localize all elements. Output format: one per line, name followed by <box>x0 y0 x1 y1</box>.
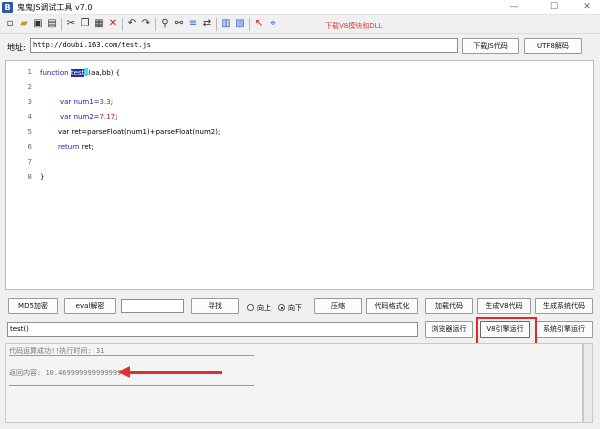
result-label: 返回内容: <box>9 369 42 377</box>
browser-run-button[interactable]: 浏览器运行 <box>425 321 473 338</box>
minimize-button[interactable]: — <box>501 0 527 15</box>
result-value: 10.469999999999999 <box>45 369 122 377</box>
delete-icon[interactable]: ✕ <box>107 18 119 30</box>
eval-decrypt-button[interactable]: eval解密 <box>64 298 116 314</box>
download-js-button[interactable]: 下载JS代码 <box>462 38 519 54</box>
pin-icon[interactable]: ⌖ <box>267 18 279 30</box>
keyword-function: function <box>40 69 69 77</box>
output-scrollbar[interactable] <box>583 343 593 423</box>
annotation-arrow <box>128 371 222 374</box>
code-line-4: var num2=7.17; <box>60 113 118 121</box>
find-next-icon[interactable]: ⚯ <box>173 18 185 30</box>
toolbar-separator <box>61 18 62 31</box>
line-number: 2 <box>27 83 32 91</box>
code-line-5: var ret=parseFloat(num1)+parseFloat(num2… <box>58 128 221 136</box>
address-input[interactable]: http://doubi.163.com/test.js <box>30 38 458 53</box>
find-icon[interactable]: ⚲ <box>159 18 171 30</box>
compress-button[interactable]: 压缩 <box>314 298 362 314</box>
replace-icon[interactable]: ⇄ <box>201 18 213 30</box>
line-number: 7 <box>27 158 32 166</box>
save-icon[interactable]: ▣ <box>32 18 44 30</box>
toolbar-separator <box>249 18 250 31</box>
undo-icon[interactable]: ↶ <box>126 18 138 30</box>
system-run-button[interactable]: 系统引擎运行 <box>535 321 593 338</box>
semicolon: ; <box>115 113 118 121</box>
new-file-icon[interactable]: ▫ <box>4 18 16 30</box>
result-line: 返回内容: 10.469999999999999 <box>9 368 121 378</box>
address-label: 地址: <box>7 43 26 52</box>
var-declaration: var num1= <box>60 98 100 106</box>
save-as-icon[interactable]: ▤ <box>46 18 58 30</box>
semicolon: ; <box>110 98 114 106</box>
keyword-return: return <box>58 143 80 151</box>
load-code-button[interactable]: 加载代码 <box>425 298 473 314</box>
radio-down[interactable] <box>278 304 285 311</box>
radio-down-label: 向下 <box>288 304 302 312</box>
format-icon[interactable]: ≡ <box>187 18 199 30</box>
number-literal: 7.17 <box>99 113 116 121</box>
cut-icon[interactable]: ✂ <box>65 18 77 30</box>
toolbar-separator <box>122 18 123 31</box>
paste-icon[interactable]: ▦ <box>93 18 105 30</box>
divider <box>9 385 254 386</box>
toolbar: ▫ ▰ ▣ ▤ ✂ ❐ ▦ ✕ ↶ ↷ ⚲ ⚯ ≡ ⇄ ▥ ▧ ↖ ⌖ 下载V8… <box>0 15 600 34</box>
close-button[interactable]: ✕ <box>574 0 600 15</box>
app-icon: B <box>2 2 13 13</box>
md5-encrypt-button[interactable]: MD5加密 <box>8 298 58 314</box>
help-icon[interactable]: ↖ <box>253 18 265 30</box>
copy-icon[interactable]: ❐ <box>79 18 91 30</box>
code-line-8: } <box>40 173 45 181</box>
find-button[interactable]: 寻找 <box>191 298 239 314</box>
title-bar: B 鬼鬼JS调试工具 v7.0 — ☐ ✕ <box>0 0 600 15</box>
selected-text: test <box>70 69 85 77</box>
toolbar-separator <box>216 18 217 31</box>
divider <box>9 355 254 356</box>
line-number: 3 <box>27 98 32 106</box>
open-folder-icon[interactable]: ▰ <box>18 18 30 30</box>
function-params: (aa,bb) { <box>88 69 121 77</box>
number-literal: 3.3 <box>99 98 111 106</box>
code-editor[interactable]: 1 2 3 4 5 6 7 8 function test (aa,bb) { v… <box>5 60 594 290</box>
window-title: 鬼鬼JS调试工具 v7.0 <box>17 3 93 12</box>
download-v8-link[interactable]: 下载V8模块和DLL <box>325 21 382 31</box>
select-all-icon[interactable]: ▧ <box>234 18 246 30</box>
generate-system-button[interactable]: 生成系统代码 <box>535 298 593 314</box>
line-number: 6 <box>27 143 32 151</box>
format-code-button[interactable]: 代码格式化 <box>366 298 418 314</box>
radio-up-label: 向上 <box>257 304 271 312</box>
settings-icon[interactable]: ▥ <box>220 18 232 30</box>
annotation-arrow-head <box>118 366 130 378</box>
line-number: 4 <box>27 113 32 121</box>
code-line-1: function test (aa,bb) { <box>40 68 120 77</box>
maximize-button[interactable]: ☐ <box>541 0 567 15</box>
var-declaration: var num2= <box>60 113 100 121</box>
line-number: 1 <box>27 68 32 76</box>
code-line-6: return ret; <box>58 143 94 151</box>
redo-icon[interactable]: ↷ <box>140 18 152 30</box>
search-input[interactable] <box>121 299 184 313</box>
output-panel: 代码运算成功!!执行时间: 31 返回内容: 10.46999999999999… <box>5 343 583 423</box>
return-value: ret; <box>79 143 94 151</box>
command-input[interactable]: test() <box>7 322 418 337</box>
line-number: 8 <box>27 173 32 181</box>
line-number: 5 <box>27 128 32 136</box>
utf8-decode-button[interactable]: UTF8解码 <box>524 38 582 54</box>
radio-up[interactable] <box>247 304 254 311</box>
toolbar-separator <box>155 18 156 31</box>
generate-v8-button[interactable]: 生成V8代码 <box>477 298 531 314</box>
code-line-3: var num1=3.3; <box>60 98 113 106</box>
